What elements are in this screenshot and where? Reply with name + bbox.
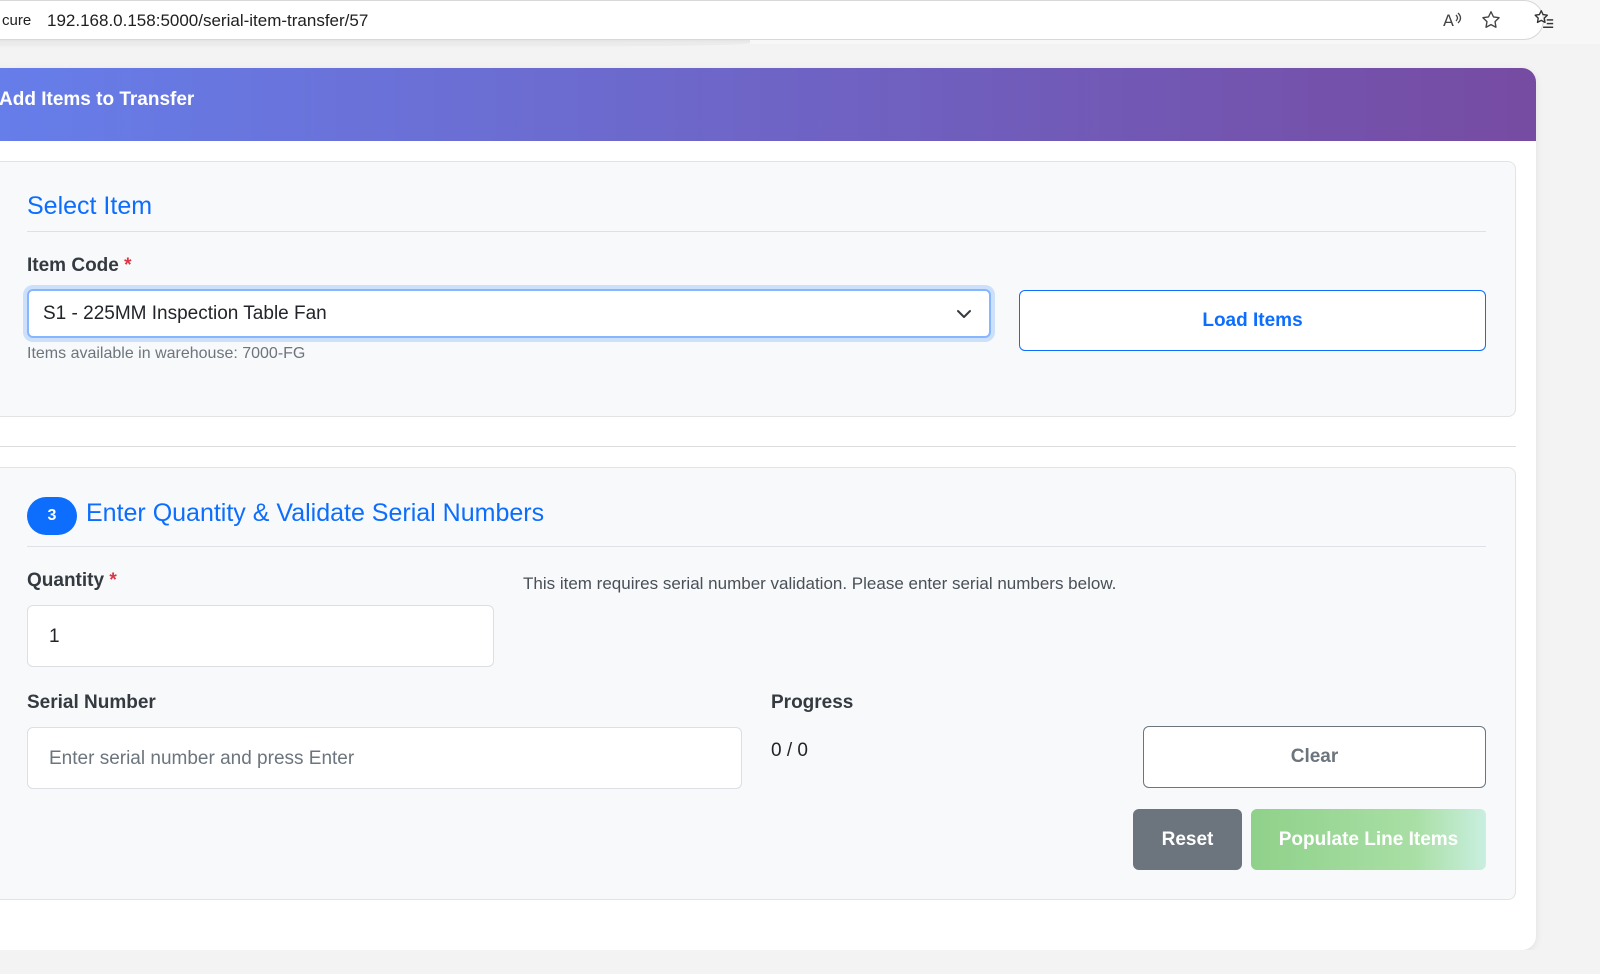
- reset-button[interactable]: Reset: [1133, 809, 1242, 870]
- quantity-value: 1: [49, 626, 60, 647]
- step-number-badge: 3: [27, 497, 77, 535]
- card-header-title: Add Items to Transfer: [0, 89, 195, 110]
- warehouse-help-text: Items available in warehouse: 7000-FG: [27, 345, 306, 362]
- select-item-title: Select Item: [27, 192, 153, 220]
- url-text[interactable]: 192.168.0.158:5000/serial-item-transfer/…: [47, 11, 368, 31]
- item-code-label: Item Code *: [27, 255, 132, 277]
- serial-number-input[interactable]: Enter serial number and press Enter: [27, 727, 742, 789]
- progress-value: 0 / 0: [771, 740, 808, 761]
- serial-validation-info: This item requires serial number validat…: [523, 574, 1117, 593]
- populate-line-items-button[interactable]: Populate Line Items: [1251, 809, 1486, 870]
- item-code-selected-value: S1 - 225MM Inspection Table Fan: [43, 303, 327, 324]
- section-divider: [27, 231, 1486, 232]
- required-mark: *: [109, 570, 117, 591]
- security-label[interactable]: cure: [2, 12, 31, 29]
- chevron-down-icon: [957, 310, 971, 318]
- quantity-label: Quantity *: [27, 570, 117, 592]
- section-separator: [0, 446, 1516, 447]
- progress-label: Progress: [771, 692, 854, 713]
- quantity-section-title: Enter Quantity & Validate Serial Numbers: [86, 499, 545, 527]
- address-bar[interactable]: cure 192.168.0.158:5000/serial-item-tran…: [0, 0, 1544, 40]
- item-code-select[interactable]: S1 - 225MM Inspection Table Fan: [27, 289, 991, 338]
- svg-text:A: A: [1443, 11, 1454, 30]
- load-items-button[interactable]: Load Items: [1019, 290, 1486, 351]
- clear-button[interactable]: Clear: [1143, 726, 1486, 788]
- section-divider: [27, 546, 1486, 547]
- favorites-list-icon[interactable]: [1532, 8, 1556, 32]
- card-header: Add Items to Transfer: [0, 68, 1536, 141]
- page-bottom: [0, 950, 1536, 974]
- item-code-label-text: Item Code: [27, 255, 119, 276]
- favorite-star-icon[interactable]: [1479, 9, 1503, 33]
- quantity-label-text: Quantity: [27, 570, 105, 591]
- serial-number-label: Serial Number: [27, 692, 156, 713]
- browser-toolbar: cure 192.168.0.158:5000/serial-item-tran…: [0, 0, 1600, 44]
- quantity-input[interactable]: 1: [27, 605, 494, 667]
- read-aloud-icon[interactable]: A: [1440, 9, 1464, 33]
- page-gutter: [1536, 44, 1600, 974]
- required-mark: *: [124, 255, 132, 276]
- toolbar-shadow: [0, 40, 750, 48]
- transfer-card: Add Items to Transfer Select Item Item C…: [0, 68, 1536, 950]
- serial-number-placeholder: Enter serial number and press Enter: [49, 748, 355, 769]
